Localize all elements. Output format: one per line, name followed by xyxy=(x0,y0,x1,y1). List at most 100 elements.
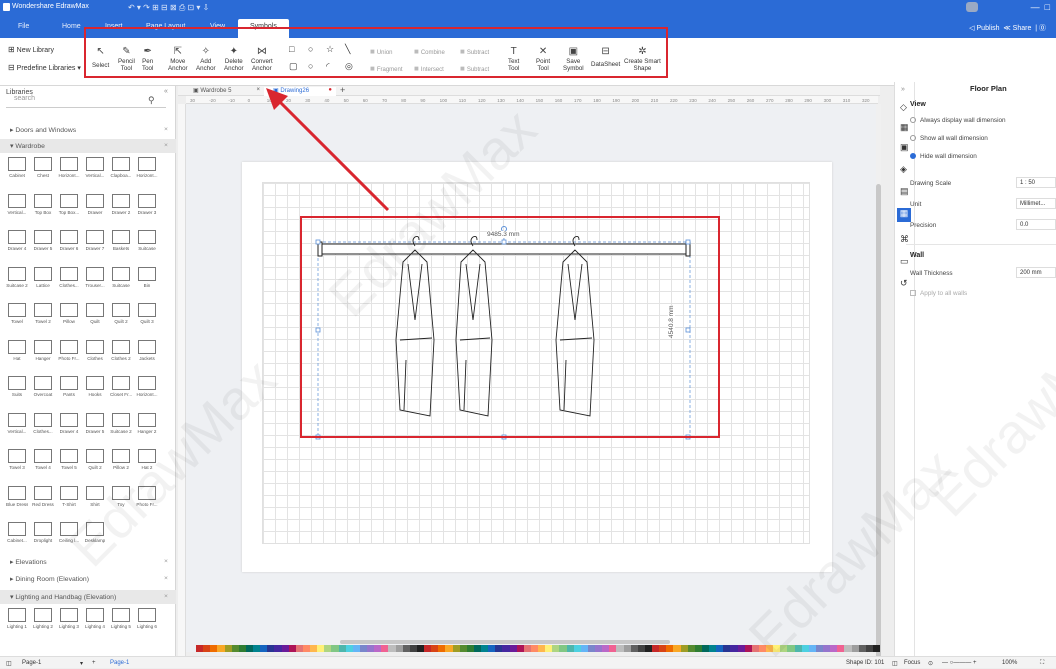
library-symbol[interactable]: Towel 3 xyxy=(6,449,28,470)
color-swatch[interactable] xyxy=(552,645,560,652)
color-swatch[interactable] xyxy=(644,645,652,652)
color-swatch[interactable] xyxy=(274,645,282,652)
color-swatch[interactable] xyxy=(352,645,360,652)
color-swatch[interactable] xyxy=(466,645,474,652)
color-swatch[interactable] xyxy=(395,645,403,652)
color-swatch[interactable] xyxy=(794,645,802,652)
library-symbol[interactable]: Baskets xyxy=(110,230,132,251)
color-swatch[interactable] xyxy=(751,645,759,652)
color-swatch[interactable] xyxy=(324,645,332,652)
library-symbol[interactable]: Vertical... xyxy=(84,157,106,178)
color-swatch[interactable] xyxy=(602,645,610,652)
page-tab[interactable]: Page-1 xyxy=(110,660,129,666)
color-swatch[interactable] xyxy=(701,645,709,652)
category-elevations[interactable]: ▸ Elevations × xyxy=(0,555,176,569)
library-symbol[interactable]: Horizont... xyxy=(58,157,80,178)
color-swatch[interactable] xyxy=(844,645,852,652)
library-symbol[interactable]: Suits xyxy=(6,376,28,397)
library-symbol[interactable]: Clothes... xyxy=(58,266,80,288)
publish-share[interactable]: ◁ Publish ≪ Share | ⓪ xyxy=(969,23,1046,33)
color-swatch[interactable] xyxy=(245,645,253,652)
color-swatch[interactable] xyxy=(267,645,275,652)
color-swatch[interactable] xyxy=(424,645,432,652)
color-swatch[interactable] xyxy=(545,645,553,652)
close-icon[interactable]: × xyxy=(164,575,168,582)
close-icon[interactable]: × xyxy=(164,593,168,600)
collapse-panel-icon[interactable]: « xyxy=(164,88,168,95)
color-swatch[interactable] xyxy=(402,645,410,652)
library-symbol[interactable]: Drawer 7 xyxy=(84,230,106,251)
library-symbol[interactable]: Shirt xyxy=(84,485,106,507)
library-symbol[interactable]: Clothes... xyxy=(32,412,54,434)
color-swatch[interactable] xyxy=(787,645,795,652)
scroll-thumb[interactable] xyxy=(876,184,881,664)
fill-icon[interactable]: ◇ xyxy=(900,102,907,113)
quick-access-toolbar[interactable]: ↶ ▾ ↷ ⊞ ⊟ ⊠ ⎙ ⊡ ▾ ⇩ xyxy=(128,3,209,13)
library-symbol[interactable]: Towel 5 xyxy=(58,449,80,470)
library-symbol[interactable]: Lattice xyxy=(32,266,54,288)
help-icon[interactable]: ⓪ xyxy=(1039,25,1046,32)
option-hide-wall[interactable]: Hide wall dimension xyxy=(910,153,977,160)
unit-select[interactable]: Millimet... xyxy=(1016,198,1056,209)
color-swatch[interactable] xyxy=(680,645,688,652)
color-swatch[interactable] xyxy=(210,645,218,652)
color-swatch[interactable] xyxy=(281,645,289,652)
library-symbol[interactable]: Horizont... xyxy=(136,157,158,178)
image-icon[interactable]: ▣ xyxy=(900,142,909,153)
page-dropdown-icon[interactable]: ▾ xyxy=(80,660,83,667)
color-swatch[interactable] xyxy=(452,645,460,652)
library-symbol[interactable]: Blue Dress xyxy=(6,485,28,507)
library-symbol[interactable]: Cabinet... xyxy=(6,522,28,543)
color-swatch[interactable] xyxy=(773,645,781,652)
play-icon[interactable]: ⊙ xyxy=(928,660,933,667)
color-swatch[interactable] xyxy=(381,645,389,652)
page-icon[interactable]: ▤ xyxy=(900,186,909,197)
color-swatch[interactable] xyxy=(367,645,375,652)
color-swatch[interactable] xyxy=(438,645,446,652)
library-symbol[interactable]: Quilt 2 xyxy=(84,449,106,470)
color-swatch[interactable] xyxy=(716,645,724,652)
color-swatch[interactable] xyxy=(302,645,310,652)
library-search-input[interactable]: search xyxy=(6,95,166,108)
color-swatch[interactable] xyxy=(310,645,318,652)
color-swatch[interactable] xyxy=(858,645,866,652)
precision-select[interactable]: 0.0 xyxy=(1016,219,1056,230)
library-symbol[interactable]: Drawer 4 xyxy=(6,230,28,251)
color-swatch[interactable] xyxy=(431,645,439,652)
color-swatch[interactable] xyxy=(815,645,823,652)
color-swatch[interactable] xyxy=(196,645,204,652)
library-symbol[interactable]: Drawer 5 xyxy=(84,412,106,434)
color-swatch[interactable] xyxy=(730,645,738,652)
color-swatch[interactable] xyxy=(538,645,546,652)
color-swatch[interactable] xyxy=(652,645,660,652)
color-swatch[interactable] xyxy=(808,645,816,652)
color-swatch[interactable] xyxy=(260,645,268,652)
color-swatch[interactable] xyxy=(587,645,595,652)
color-swatch[interactable] xyxy=(823,645,831,652)
color-palette[interactable] xyxy=(196,645,880,652)
close-icon[interactable]: × xyxy=(164,126,168,133)
color-swatch[interactable] xyxy=(288,645,296,652)
grid-icon[interactable]: ▦ xyxy=(900,122,909,133)
library-symbol[interactable]: Suitcase xyxy=(136,230,158,251)
color-swatch[interactable] xyxy=(623,645,631,652)
color-swatch[interactable] xyxy=(238,645,246,652)
color-swatch[interactable] xyxy=(666,645,674,652)
color-swatch[interactable] xyxy=(637,645,645,652)
color-swatch[interactable] xyxy=(744,645,752,652)
library-symbol[interactable]: Towel 4 xyxy=(32,449,54,470)
library-symbol[interactable]: Closet Fr... xyxy=(110,376,132,397)
category-lighting-handbag[interactable]: ▾ Lighting and Handbag (Elevation) × xyxy=(0,590,176,604)
color-swatch[interactable] xyxy=(630,645,638,652)
window-controls[interactable]: — □ xyxy=(1031,2,1050,12)
color-swatch[interactable] xyxy=(374,645,382,652)
color-swatch[interactable] xyxy=(331,645,339,652)
library-symbol[interactable]: Hanger xyxy=(32,339,54,361)
color-swatch[interactable] xyxy=(737,645,745,652)
library-symbol[interactable]: Bin xyxy=(136,266,158,288)
color-swatch[interactable] xyxy=(766,645,774,652)
zoom-level[interactable]: 100% xyxy=(1002,660,1017,666)
library-symbol[interactable]: Lighting 6 xyxy=(136,608,158,629)
library-symbol[interactable]: Clothes xyxy=(84,339,106,361)
page-layout-icon[interactable]: ◫ xyxy=(6,660,12,667)
